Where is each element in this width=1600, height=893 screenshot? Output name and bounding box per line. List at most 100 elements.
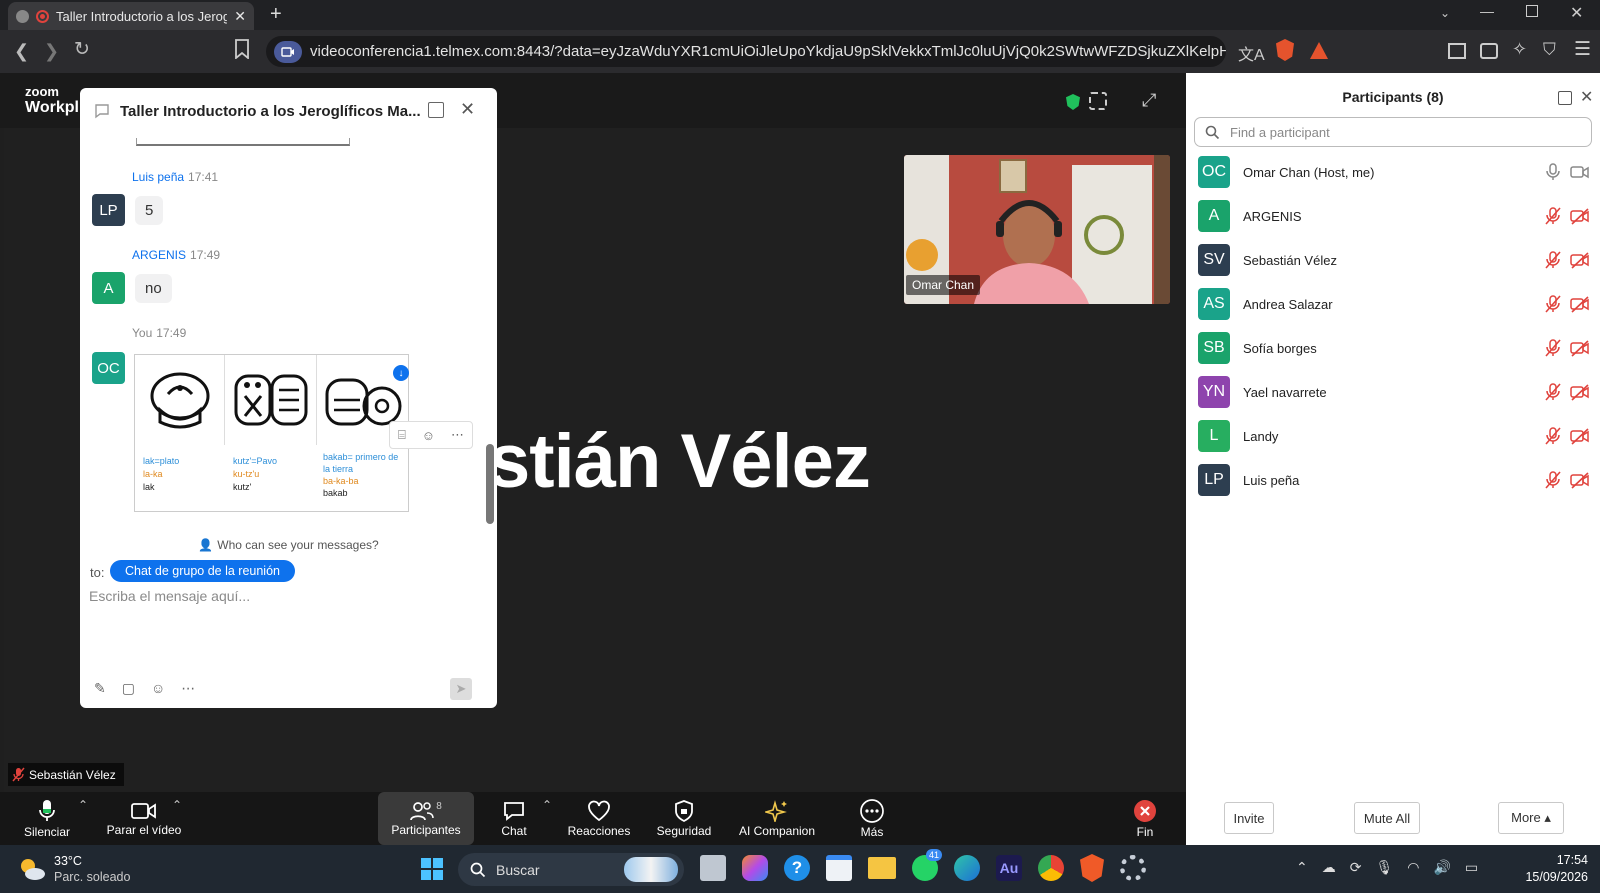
fullscreen-icon[interactable]: ⤢ bbox=[1142, 90, 1156, 111]
brave-icon[interactable] bbox=[1080, 854, 1104, 882]
onedrive-icon[interactable]: ☁ bbox=[1322, 859, 1336, 876]
settings-icon[interactable] bbox=[1120, 855, 1146, 881]
forward-icon[interactable]: ❯ bbox=[44, 41, 64, 61]
participant-search[interactable]: Find a participant bbox=[1194, 117, 1592, 147]
download-icon[interactable]: ↓ bbox=[393, 365, 409, 381]
invite-button[interactable]: Invite bbox=[1224, 802, 1274, 834]
back-icon[interactable]: ❮ bbox=[14, 41, 34, 61]
end-meeting-button[interactable]: Fin bbox=[1130, 792, 1160, 845]
wallet-icon[interactable] bbox=[1480, 43, 1498, 59]
translate-icon[interactable]: 文A bbox=[1238, 41, 1265, 65]
sync-icon[interactable]: ⟳ bbox=[1350, 859, 1362, 876]
wifi-icon[interactable]: ◠ bbox=[1407, 859, 1419, 876]
mute-button[interactable]: Silenciar bbox=[22, 792, 72, 845]
mute-all-button[interactable]: Mute All bbox=[1354, 802, 1420, 834]
add-reaction-icon[interactable]: ☺ bbox=[422, 428, 435, 443]
file-icon[interactable]: ▢ bbox=[122, 680, 135, 697]
message-input[interactable]: Escriba el mensaje aquí... bbox=[89, 588, 484, 668]
video-camera-icon[interactable] bbox=[1570, 163, 1590, 181]
mic-muted-icon[interactable] bbox=[1544, 207, 1562, 225]
chat-scrollbar[interactable] bbox=[486, 444, 494, 524]
file-explorer-icon[interactable] bbox=[868, 857, 896, 879]
reactions-button[interactable]: Reacciones bbox=[566, 792, 632, 845]
chat-options-caret-icon[interactable]: ⌃ bbox=[542, 798, 552, 812]
battery-icon[interactable]: ▭ bbox=[1465, 859, 1478, 876]
video-thumbnail[interactable]: Omar Chan bbox=[904, 155, 1170, 304]
encryption-shield-icon[interactable] bbox=[1066, 94, 1080, 110]
shared-image[interactable]: ↓ lak=plato la-ka lak kutz'=Pavo ku-tz'u… bbox=[134, 354, 473, 512]
video-off-icon[interactable] bbox=[1570, 295, 1590, 313]
volume-icon[interactable]: 🔊 bbox=[1433, 859, 1450, 876]
brave-rewards-icon[interactable] bbox=[1310, 42, 1328, 59]
chrome-icon[interactable] bbox=[1038, 855, 1064, 881]
leo-ai-icon[interactable]: ✧ bbox=[1512, 39, 1527, 60]
recipient-select[interactable]: Chat de grupo de la reunión bbox=[110, 560, 295, 582]
send-icon[interactable]: ➤ bbox=[450, 678, 472, 700]
more-options-button[interactable]: Más bbox=[852, 792, 892, 845]
mic-muted-icon[interactable] bbox=[1544, 295, 1562, 313]
close-window-icon[interactable]: ✕ bbox=[1570, 3, 1583, 23]
participant-row[interactable]: LP Luis peña bbox=[1198, 460, 1598, 500]
mic-muted-icon[interactable] bbox=[1544, 251, 1562, 269]
bookmark-icon[interactable] bbox=[234, 39, 254, 59]
copilot-icon[interactable] bbox=[742, 855, 768, 881]
participant-row[interactable]: YN Yael navarrete bbox=[1198, 372, 1598, 412]
mic-muted-icon[interactable] bbox=[1544, 383, 1562, 401]
participant-row[interactable]: OC Omar Chan (Host, me) bbox=[1198, 152, 1598, 192]
edge-icon[interactable] bbox=[954, 855, 980, 881]
popout-participants-icon[interactable] bbox=[1558, 91, 1572, 105]
sidebar-icon[interactable] bbox=[1448, 43, 1466, 59]
participant-row[interactable]: AS Andrea Salazar bbox=[1198, 284, 1598, 324]
start-icon[interactable] bbox=[421, 858, 443, 880]
brave-shield-icon[interactable] bbox=[1276, 39, 1294, 61]
participant-row[interactable]: A ARGENIS bbox=[1198, 196, 1598, 236]
close-participants-icon[interactable]: ✕ bbox=[1580, 87, 1593, 107]
reload-icon[interactable]: ↻ bbox=[74, 38, 94, 60]
new-tab-button[interactable]: + bbox=[270, 3, 282, 26]
video-off-icon[interactable] bbox=[1570, 471, 1590, 489]
task-view-icon[interactable] bbox=[700, 855, 726, 881]
microphone-tray-icon[interactable]: 🎙 bbox=[1375, 859, 1393, 876]
mic-muted-icon[interactable] bbox=[1544, 339, 1562, 357]
who-can-see-link[interactable]: 👤 Who can see your messages? bbox=[80, 538, 497, 552]
taskbar-search[interactable]: Buscar bbox=[458, 853, 684, 886]
video-options-caret-icon[interactable]: ⌃ bbox=[172, 798, 182, 812]
store-icon[interactable] bbox=[826, 855, 852, 881]
weather-widget[interactable]: 33°C Parc. soleado bbox=[18, 853, 130, 885]
whatsapp-icon[interactable]: 41 bbox=[912, 849, 943, 881]
participant-row[interactable]: SV Sebastián Vélez bbox=[1198, 240, 1598, 280]
security-button[interactable]: Seguridad bbox=[654, 792, 714, 845]
video-off-icon[interactable] bbox=[1570, 251, 1590, 269]
chat-button[interactable]: Chat bbox=[494, 792, 534, 845]
participants-button[interactable]: 8 Participantes bbox=[378, 792, 474, 845]
vpn-icon[interactable]: ⛉ bbox=[1543, 40, 1556, 60]
more-options-icon[interactable]: ⋯ bbox=[451, 427, 464, 443]
video-off-icon[interactable] bbox=[1570, 383, 1590, 401]
clock[interactable]: 17:54 15/09/2026 bbox=[1508, 852, 1588, 886]
minimize-icon[interactable]: — bbox=[1480, 3, 1494, 19]
mic-muted-icon[interactable] bbox=[1544, 427, 1562, 445]
close-tab-icon[interactable]: ✕ bbox=[234, 8, 246, 25]
reply-icon[interactable]: ⌸ bbox=[398, 427, 406, 443]
format-icon[interactable]: ✎ bbox=[94, 680, 106, 697]
close-chat-icon[interactable]: ✕ bbox=[460, 99, 475, 120]
participant-row[interactable]: L Landy bbox=[1198, 416, 1598, 456]
ai-companion-button[interactable]: AI Companion bbox=[734, 792, 820, 845]
audition-icon[interactable]: Au bbox=[996, 855, 1022, 881]
more-button[interactable]: More ▴ bbox=[1498, 802, 1564, 834]
video-off-icon[interactable] bbox=[1570, 427, 1590, 445]
restore-icon[interactable] bbox=[1526, 5, 1538, 17]
video-off-icon[interactable] bbox=[1570, 339, 1590, 357]
menu-icon[interactable]: ☰ bbox=[1574, 38, 1591, 61]
emoji-icon[interactable]: ☺ bbox=[151, 680, 165, 697]
site-info-icon[interactable] bbox=[274, 40, 302, 63]
help-icon[interactable]: ? bbox=[784, 855, 810, 881]
more-icon[interactable]: ⋯ bbox=[181, 680, 195, 697]
participant-row[interactable]: SB Sofía borges bbox=[1198, 328, 1598, 368]
popout-chat-icon[interactable] bbox=[428, 102, 444, 118]
video-off-icon[interactable] bbox=[1570, 207, 1590, 225]
mic-muted-icon[interactable] bbox=[1544, 471, 1562, 489]
show-hidden-icons-icon[interactable]: ⌃ bbox=[1296, 859, 1308, 876]
microphone-icon[interactable] bbox=[1544, 163, 1562, 181]
browser-tab[interactable]: Taller Introductorio a los Jeroglíficos … bbox=[8, 2, 254, 30]
